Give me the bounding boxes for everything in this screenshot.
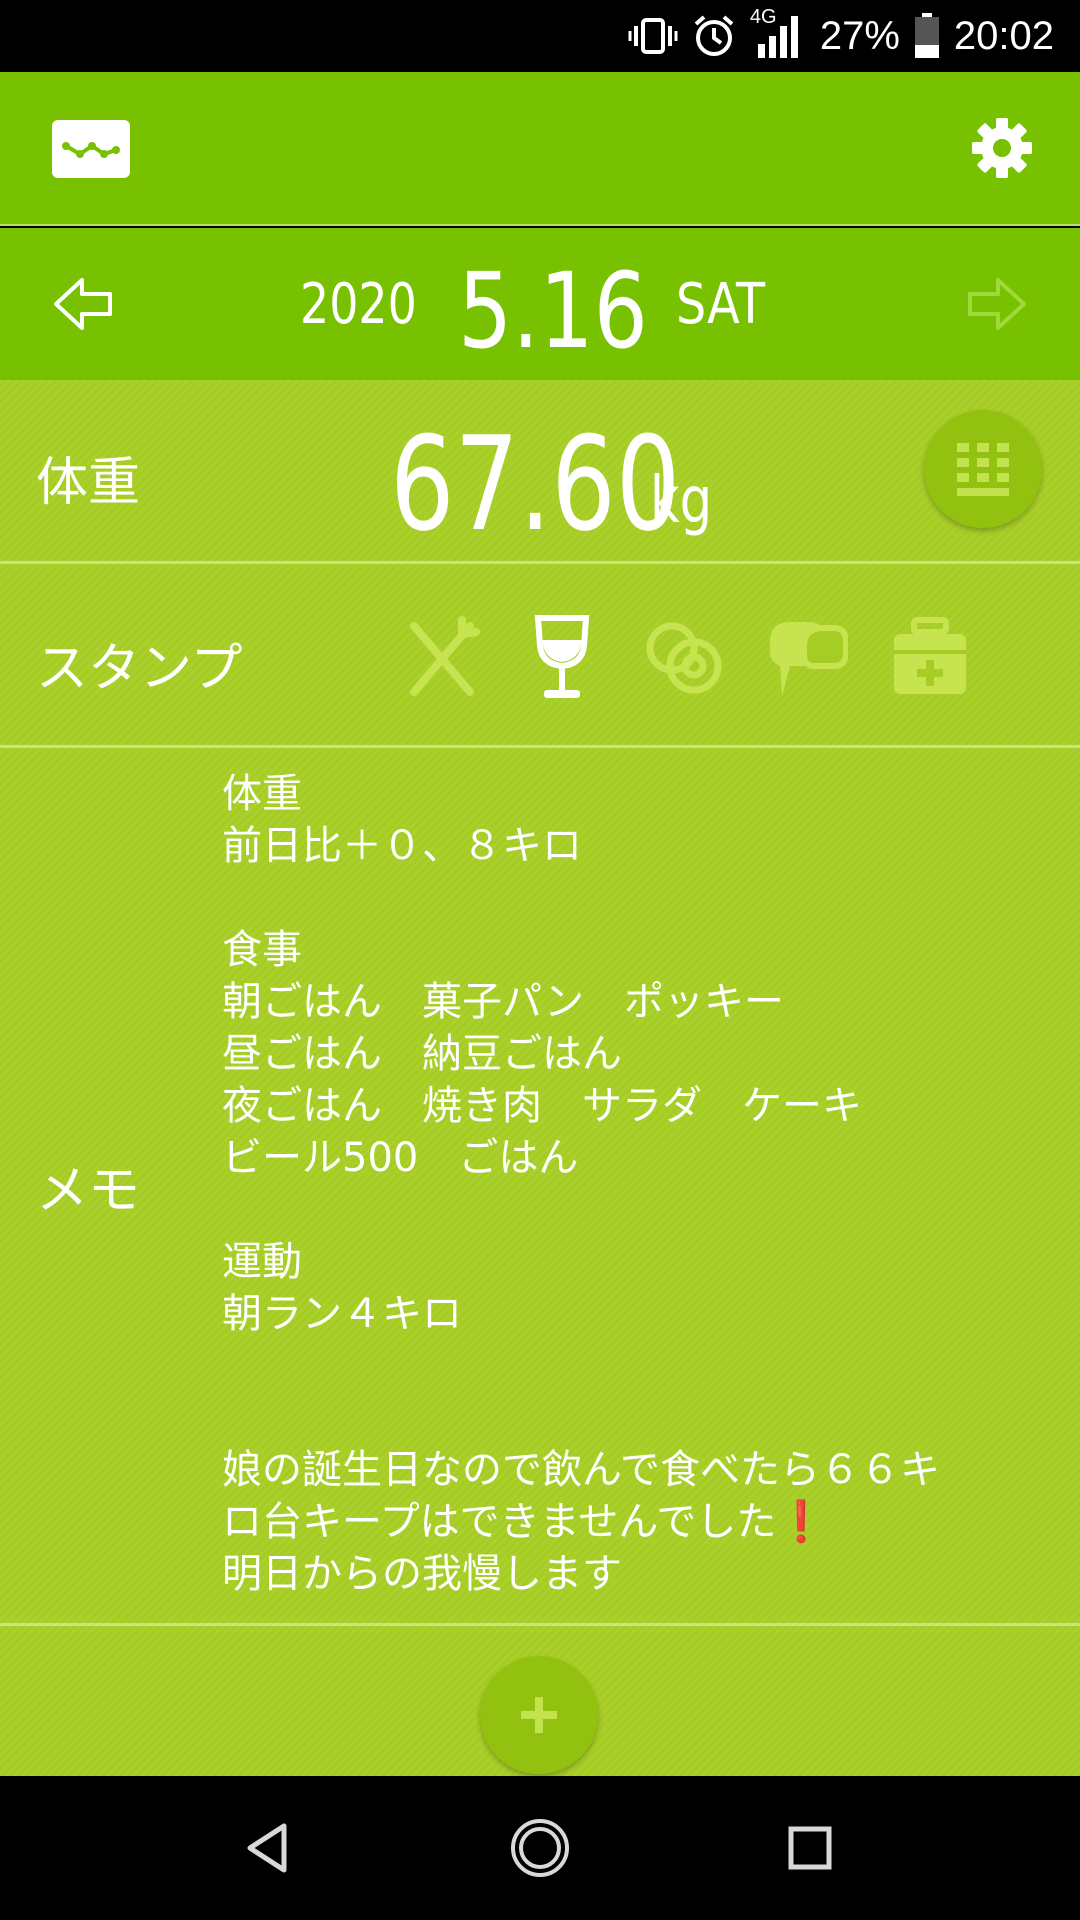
battery-percent: 27% (819, 13, 900, 58)
meal-icon (410, 616, 480, 696)
stamp-alcohol[interactable] (520, 612, 604, 702)
arrow-left-icon (54, 278, 112, 330)
stamp-medicine[interactable] (888, 612, 972, 702)
system-nav-bar (0, 1776, 1080, 1920)
graph-view-button[interactable] (52, 120, 130, 178)
alarm-icon (694, 15, 734, 56)
plus-icon (521, 1697, 557, 1733)
memo-text[interactable]: 体重 前日比＋０、８キロ 食事 朝ごはん 菓子パン ポッキー 昼ごはん 納豆ごは… (222, 768, 1052, 1600)
keypad-icon (957, 443, 1009, 496)
stamp-row: スタンプ (0, 564, 1080, 748)
stamp-meal[interactable] (400, 612, 484, 702)
arrow-right-icon (968, 278, 1026, 330)
memo-label: メモ (36, 1161, 141, 1221)
cell-signal-icon: 4G (750, 6, 806, 60)
app-bar (0, 72, 1080, 226)
home-button[interactable] (508, 1816, 572, 1880)
date-year: 2020 (300, 272, 417, 337)
date-navigator: 2020 5.16 SAT (0, 228, 1080, 380)
back-button[interactable] (238, 1816, 302, 1880)
home-circle-icon (511, 1819, 569, 1877)
recents-square-icon (788, 1826, 832, 1870)
next-day-button[interactable] (964, 272, 1028, 336)
vibrate-icon (628, 18, 678, 54)
memo-row: メモ 体重 前日比＋０、８キロ 食事 朝ごはん 菓子パン ポッキー 昼ごはん 納… (0, 748, 1080, 1626)
memo-body-end: 明日からの我慢します (222, 1551, 622, 1597)
keypad-button[interactable] (924, 410, 1042, 528)
weight-value[interactable]: 67.60 (390, 408, 680, 560)
exclamation-mark: ❗ (776, 1499, 827, 1545)
clock: 20:02 (953, 13, 1054, 58)
battery-icon (914, 13, 939, 58)
coins-icon (646, 622, 722, 694)
settings-button[interactable] (970, 116, 1034, 180)
wine-glass-icon (534, 615, 590, 698)
memo-body: 体重 前日比＋０、８キロ 食事 朝ごはん 菓子パン ポッキー 昼ごはん 納豆ごは… (222, 771, 940, 1545)
status-bar: 4G 27% 20:02 (0, 0, 1080, 72)
gear-icon (972, 118, 1032, 178)
medicine-box-icon (894, 617, 966, 694)
chat-icon (770, 622, 849, 696)
stamp-money[interactable] (642, 612, 726, 702)
stamp-label: スタンプ (36, 639, 243, 699)
weight-row: 体重 67.60 kg (0, 380, 1080, 564)
date-month-day: 5.16 (458, 250, 648, 372)
graph-icon (62, 142, 120, 158)
entry-content: 体重 67.60 kg スタンプ メモ 体重 前日比＋０、８キロ 食事 朝ごはん… (0, 380, 1080, 1776)
add-button[interactable] (480, 1656, 598, 1774)
previous-day-button[interactable] (52, 272, 116, 336)
stamp-talk[interactable] (764, 612, 849, 702)
weight-unit: kg (650, 464, 713, 538)
recents-button[interactable] (778, 1816, 842, 1880)
date-weekday: SAT (676, 272, 766, 337)
back-triangle-icon (247, 1823, 287, 1873)
weight-label: 体重 (36, 453, 141, 513)
